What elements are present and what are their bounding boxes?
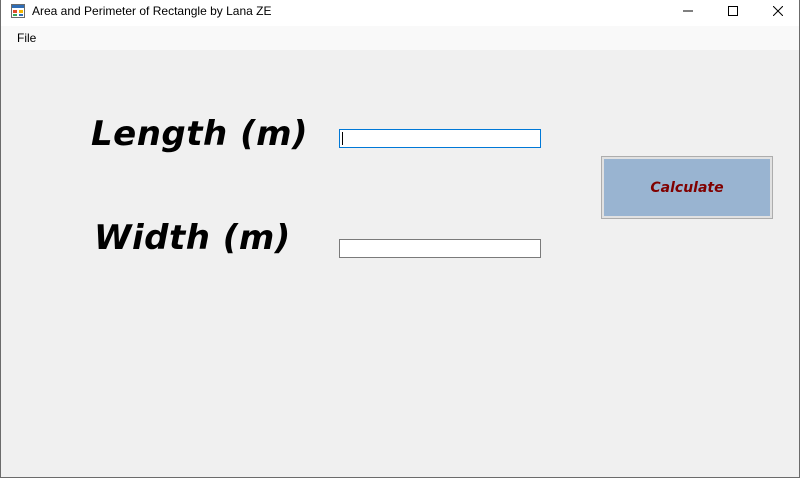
menu-item-file[interactable]: File [10,29,43,47]
close-icon [772,3,784,21]
menu-bar: File [1,26,799,50]
app-form-icon [11,4,25,18]
text-caret [342,132,343,145]
close-button[interactable] [755,0,799,24]
app-window: Area and Perimeter of Rectangle by Lana … [0,0,800,478]
calculate-button-label: Calculate [604,159,770,216]
width-input[interactable] [339,239,541,258]
width-label: Width (m) [94,218,291,258]
maximize-button[interactable] [710,0,756,24]
maximize-icon [728,3,738,21]
window-title: Area and Perimeter of Rectangle by Lana … [32,4,272,18]
title-bar[interactable]: Area and Perimeter of Rectangle by Lana … [1,0,799,26]
length-input[interactable] [339,129,541,148]
length-label: Length (m) [91,114,309,154]
calculate-button[interactable]: Calculate [601,156,773,219]
form-body: Length (m) Width (m) Calculate [1,50,799,477]
minimize-button[interactable] [665,0,711,24]
minimize-icon [683,3,693,21]
